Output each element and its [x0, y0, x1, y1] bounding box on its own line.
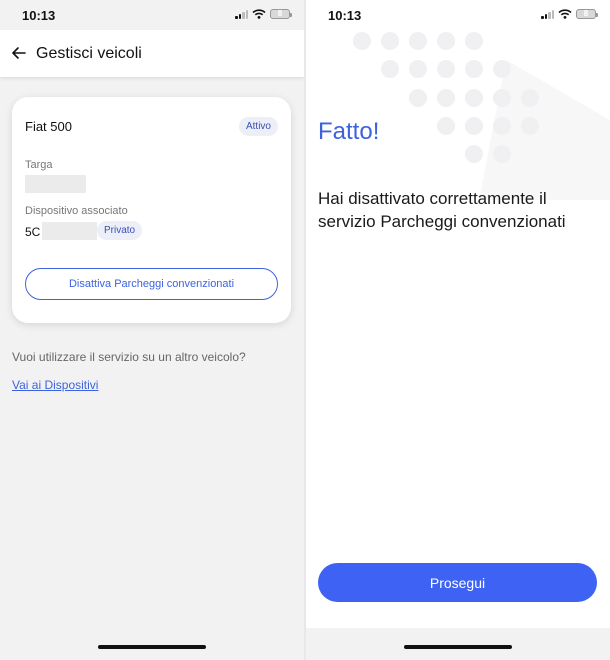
deactivate-parking-button[interactable]: Disattiva Parcheggi convenzionati: [25, 268, 278, 300]
status-time: 10:13: [22, 8, 56, 23]
status-badge: Attivo: [238, 117, 278, 136]
plate-value-redacted: [25, 175, 86, 193]
continue-button[interactable]: Prosegui: [318, 563, 597, 602]
device-id-redacted: [42, 222, 97, 240]
page-title: Gestisci veicoli: [36, 45, 142, 62]
home-indicator[interactable]: [98, 645, 206, 649]
other-vehicle-question: Vuoi utilizzare il servizio su un altro …: [12, 350, 246, 364]
device-type-badge: Privato: [97, 221, 143, 240]
home-indicator[interactable]: [404, 645, 512, 649]
cellular-signal-icon: [235, 9, 248, 19]
confirmation-title: Fatto!: [318, 118, 380, 145]
status-bar: 10:13 8: [0, 0, 304, 30]
battery-icon: 8: [270, 9, 292, 19]
vehicle-name: Fiat 500: [25, 119, 72, 134]
status-icons: 8: [541, 9, 598, 19]
bottom-area: [306, 628, 610, 660]
decorative-dots-pattern: [353, 32, 610, 200]
app-header: Gestisci veicoli: [0, 30, 304, 77]
confirmation-screen: 10:13 8 Fatto! Hai disattivato correttam…: [306, 0, 610, 660]
wifi-icon: [558, 9, 572, 19]
plate-label: Targa: [25, 159, 53, 171]
status-bar: 10:13 8: [306, 0, 610, 30]
device-id: 5C: [25, 225, 41, 239]
manage-vehicles-screen: 10:13 8 Gestisci veicoli Fiat 500 Attivo…: [0, 0, 304, 660]
status-icons: 8: [235, 9, 292, 19]
confirmation-message: Hai disattivato correttamente il servizi…: [318, 189, 566, 231]
go-to-devices-link[interactable]: Vai ai Dispositivi: [12, 378, 98, 392]
status-time: 10:13: [328, 8, 362, 23]
wifi-icon: [252, 9, 266, 19]
vehicle-card: Fiat 500 Attivo Targa Dispositivo associ…: [12, 97, 291, 323]
device-label: Dispositivo associato: [25, 205, 128, 217]
arrow-left-icon[interactable]: [8, 42, 30, 64]
battery-icon: 8: [576, 9, 598, 19]
cellular-signal-icon: [541, 9, 554, 19]
